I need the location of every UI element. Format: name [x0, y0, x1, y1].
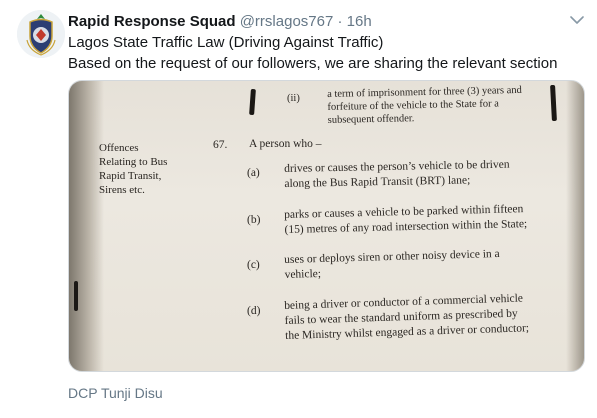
photo-shadow-left: [69, 81, 104, 371]
item-label: (a): [247, 167, 260, 179]
item-text: parks or causes a vehicle to be parked w…: [284, 202, 527, 238]
item-text: drives or causes the person’s vehicle to…: [284, 158, 510, 192]
pen-mark: [74, 281, 78, 311]
item-label: (d): [247, 305, 261, 317]
section-lead: A person who –: [249, 138, 322, 150]
top-item-number: (ii): [287, 93, 300, 104]
media-author-label[interactable]: DCP Tunji Disu: [68, 385, 163, 401]
margin-heading-line: Relating to Bus: [99, 156, 168, 168]
margin-heading-line: Rapid Transit,: [99, 170, 162, 182]
separator-dot: ·: [337, 13, 343, 30]
tweet-media-image[interactable]: (ii) a term of imprisonment for three (3…: [68, 80, 585, 372]
top-item-text: a term of imprisonment for three (3) yea…: [327, 84, 523, 127]
item-text: uses or deploys siren or other noisy dev…: [284, 247, 500, 283]
photo-shadow-right: [566, 81, 584, 371]
tweet-text-line-1: Lagos State Traffic Law (Driving Against…: [68, 34, 384, 51]
tweet-text-line-2: Based on the request of our followers, w…: [68, 55, 558, 72]
tweet-timestamp[interactable]: 16h: [347, 13, 372, 30]
avatar[interactable]: [17, 10, 65, 58]
author-name[interactable]: Rapid Response Squad: [68, 13, 236, 30]
more-options-button[interactable]: [569, 12, 585, 28]
item-label: (b): [247, 214, 261, 226]
item-label: (c): [247, 259, 260, 271]
tweet-header: Rapid Response Squad @rrslagos767 · 16h: [68, 12, 372, 32]
margin-heading-line: Sirens etc.: [99, 184, 145, 196]
author-handle[interactable]: @rrslagos767: [240, 13, 334, 30]
item-text: being a driver or conductor of a commerc…: [284, 291, 529, 344]
margin-heading: Offences Relating to Bus Rapid Transit, …: [99, 141, 167, 197]
margin-heading-line: Offences: [99, 142, 139, 154]
chevron-down-icon: [570, 15, 584, 24]
section-number: 67.: [213, 139, 228, 151]
rrs-crest-icon: [17, 10, 65, 58]
